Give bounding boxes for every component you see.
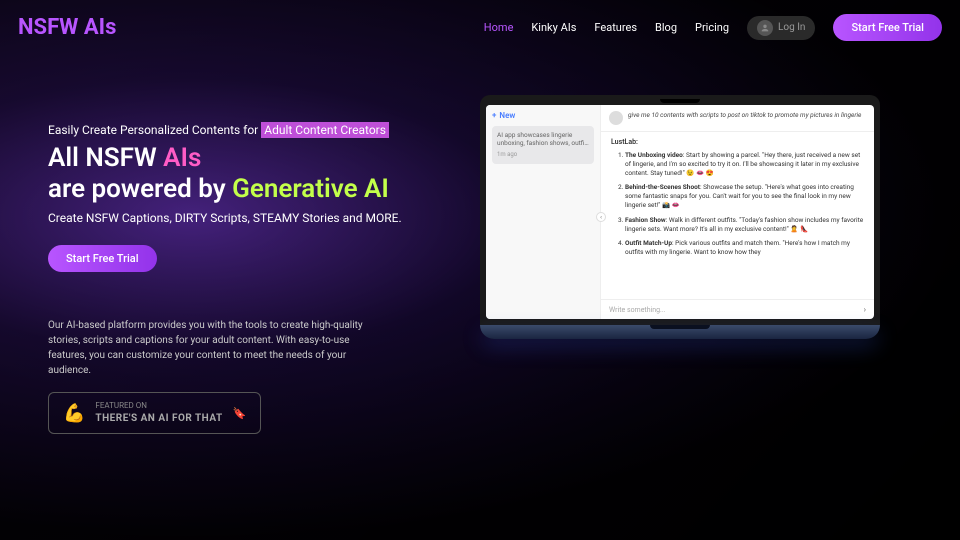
description: Our AI-based platform provides you with … <box>48 318 388 378</box>
laptop-screen: +New AI app showcases lingerie unboxing,… <box>480 95 880 325</box>
plus-icon: + <box>492 111 496 120</box>
laptop-notch <box>660 99 700 103</box>
hero-cta-button[interactable]: Start Free Trial <box>48 245 157 272</box>
nav-kinky-ais[interactable]: Kinky AIs <box>531 21 576 34</box>
headline-p2: AIs <box>163 143 201 173</box>
headline: All NSFW AIsare powered by Generative AI <box>48 143 428 205</box>
headline-p3: are powered by <box>48 174 232 204</box>
hero-section: Easily Create Personalized Contents for … <box>0 55 960 434</box>
nav-features[interactable]: Features <box>594 21 637 34</box>
nav: Home Kinky AIs Features Blog Pricing Log… <box>484 14 942 41</box>
send-button[interactable]: › <box>864 305 866 314</box>
item-title: Behind-the-Scenes Shoot <box>625 183 700 191</box>
muscle-icon: 💪 <box>63 403 85 424</box>
list-item: The Unboxing video: Start by showing a p… <box>625 151 864 178</box>
login-button[interactable]: Log In <box>747 16 815 40</box>
headline-p4: Generative AI <box>232 174 389 204</box>
chat-input-bar: Write something... › <box>601 299 874 319</box>
nav-pricing[interactable]: Pricing <box>695 21 729 34</box>
user-avatar-icon <box>609 111 623 125</box>
avatar-icon <box>757 20 773 36</box>
bookmark-icon: 🔖 <box>233 407 247 420</box>
tagline: Easily Create Personalized Contents for … <box>48 123 428 137</box>
tagline-pre: Easily Create Personalized Contents for <box>48 123 261 137</box>
app-window: +New AI app showcases lingerie unboxing,… <box>486 105 874 319</box>
logo-text-1: NSFW <box>18 15 84 40</box>
tagline-highlight: Adult Content Creators <box>261 122 389 138</box>
item-title: The Unboxing video <box>625 151 683 159</box>
chat-body: LustLab: The Unboxing video: Start by sh… <box>601 132 874 299</box>
logo[interactable]: NSFW AIs <box>18 15 116 40</box>
sidebar-chat-item[interactable]: AI app showcases lingerie unboxing, fash… <box>492 126 594 164</box>
header-cta-button[interactable]: Start Free Trial <box>833 14 942 41</box>
badge-bottom: THERE'S AN AI FOR THAT <box>95 412 222 425</box>
sidebar-item-time: 1m ago <box>497 151 589 159</box>
hero-left: Easily Create Personalized Contents for … <box>48 95 428 434</box>
login-label: Log In <box>778 22 805 33</box>
chat-header: give me 10 contents with scripts to post… <box>601 105 874 132</box>
new-chat-button[interactable]: +New <box>492 111 594 120</box>
item-title: Fashion Show <box>625 216 666 224</box>
laptop-base <box>480 325 880 339</box>
chat-prompt: give me 10 contents with scripts to post… <box>628 111 861 125</box>
badge-top: FEATURED ON <box>95 401 147 410</box>
laptop-mockup: +New AI app showcases lingerie unboxing,… <box>480 95 880 339</box>
chat-main: ‹ give me 10 contents with scripts to po… <box>601 105 874 319</box>
item-title: Outfit Match-Up <box>625 239 672 247</box>
sidebar-item-title: AI app showcases lingerie unboxing, fash… <box>497 131 589 148</box>
list-item: Outfit Match-Up: Pick various outfits an… <box>625 239 864 257</box>
featured-badge[interactable]: 💪 FEATURED ON THERE'S AN AI FOR THAT 🔖 <box>48 392 261 433</box>
hero-right: +New AI app showcases lingerie unboxing,… <box>448 95 912 434</box>
response-label: LustLab: <box>611 138 864 146</box>
list-item: Fashion Show: Walk in different outfits.… <box>625 216 864 234</box>
logo-text-2: AIs <box>84 15 117 40</box>
app-sidebar: +New AI app showcases lingerie unboxing,… <box>486 105 601 319</box>
subheadline: Create NSFW Captions, DIRTY Scripts, STE… <box>48 211 428 225</box>
chat-input[interactable]: Write something... <box>609 306 666 314</box>
new-label: New <box>499 111 515 120</box>
response-list: The Unboxing video: Start by showing a p… <box>611 151 864 257</box>
collapse-sidebar-button[interactable]: ‹ <box>596 212 606 222</box>
nav-home[interactable]: Home <box>484 21 514 34</box>
headline-p1: All NSFW <box>48 143 163 173</box>
header: NSFW AIs Home Kinky AIs Features Blog Pr… <box>0 0 960 55</box>
nav-blog[interactable]: Blog <box>655 21 677 34</box>
badge-text: FEATURED ON THERE'S AN AI FOR THAT <box>95 401 222 424</box>
list-item: Behind-the-Scenes Shoot: Showcase the se… <box>625 183 864 210</box>
